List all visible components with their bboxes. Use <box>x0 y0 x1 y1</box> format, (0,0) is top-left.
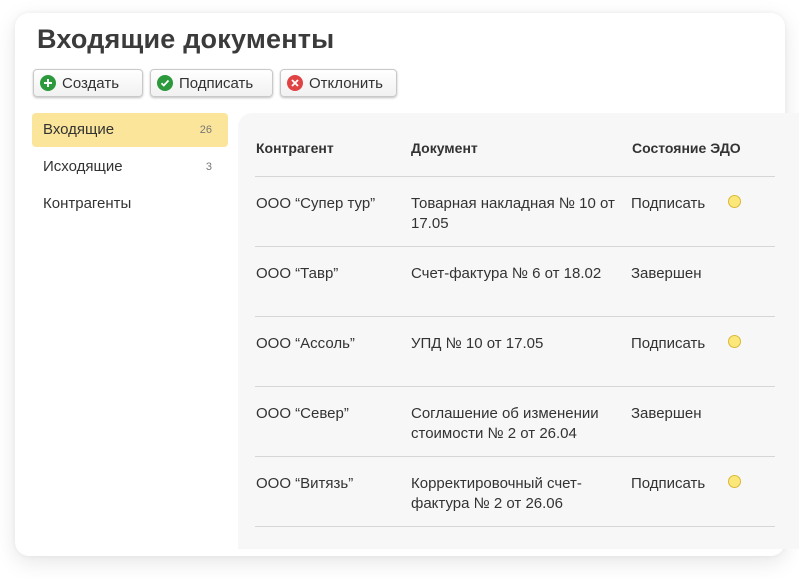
document-cell: Товарная накладная № 10 от 17.05 <box>411 195 615 232</box>
counterparty-cell: ООО “Ассоль” <box>256 335 355 352</box>
counterparty-cell: ООО “Тавр” <box>256 265 339 282</box>
check-circle-icon <box>157 75 173 91</box>
plus-circle-icon <box>40 75 56 91</box>
pending-status-dot <box>728 475 741 488</box>
sidebar-item-label: Исходящие <box>43 158 123 175</box>
column-header-counterparty[interactable]: Контрагент <box>256 140 334 156</box>
sidebar-item-outgoing[interactable]: Исходящие 3 <box>32 150 228 184</box>
x-circle-icon <box>287 75 303 91</box>
status-cell: Завершен <box>631 405 702 422</box>
status-cell: Завершен <box>631 265 702 282</box>
counterparty-cell: ООО “Супер тур” <box>256 195 376 212</box>
table-row[interactable]: ООО “Ассоль” УПД № 10 от 17.05 Подписать <box>255 316 775 387</box>
sidebar-item-count: 26 <box>199 124 212 136</box>
sign-button[interactable]: Подписать <box>150 69 273 97</box>
document-cell: Корректировочный счет-фактура № 2 от 26.… <box>411 475 582 512</box>
sidebar-item-counterparties[interactable]: Контрагенты <box>32 187 228 221</box>
status-cell: Подписать <box>631 195 706 212</box>
sidebar-item-incoming[interactable]: Входящие 26 <box>32 113 228 147</box>
counterparty-cell: ООО “Север” <box>256 405 349 422</box>
document-cell: Соглашение об изменении стоимости № 2 от… <box>411 405 599 442</box>
column-header-document[interactable]: Документ <box>411 140 478 156</box>
table-row[interactable]: ООО “Север” Соглашение об изменении стои… <box>255 386 775 457</box>
table-row[interactable]: ООО “Супер тур” Товарная накладная № 10 … <box>255 176 775 247</box>
document-cell: УПД № 10 от 17.05 <box>411 335 544 352</box>
create-button-label: Создать <box>62 74 120 92</box>
table-bottom-divider <box>255 526 775 527</box>
sidebar-item-label: Входящие <box>43 121 115 138</box>
sidebar-item-label: Контрагенты <box>43 195 132 212</box>
status-cell: Подписать <box>631 335 706 352</box>
pending-status-dot <box>728 335 741 348</box>
sidebar-item-count: 3 <box>205 161 212 173</box>
sign-button-label: Подписать <box>179 74 254 92</box>
table-row[interactable]: ООО “Тавр” Счет-фактура № 6 от 18.02 Зав… <box>255 246 775 317</box>
sidebar: Входящие 26 Исходящие 3 Контрагенты <box>32 113 228 224</box>
reject-button-label: Отклонить <box>309 74 383 92</box>
document-cell: Счет-фактура № 6 от 18.02 <box>411 265 602 282</box>
table-row[interactable]: ООО “Витязь” Корректировочный счет-факту… <box>255 456 775 527</box>
reject-button[interactable]: Отклонить <box>280 69 397 97</box>
pending-status-dot <box>728 195 741 208</box>
status-cell: Подписать <box>631 475 706 492</box>
column-header-edo-status[interactable]: Состояние ЭДО <box>632 140 741 156</box>
counterparty-cell: ООО “Витязь” <box>256 475 354 492</box>
create-button[interactable]: Создать <box>33 69 143 97</box>
page-title: Входящие документы <box>37 24 335 54</box>
